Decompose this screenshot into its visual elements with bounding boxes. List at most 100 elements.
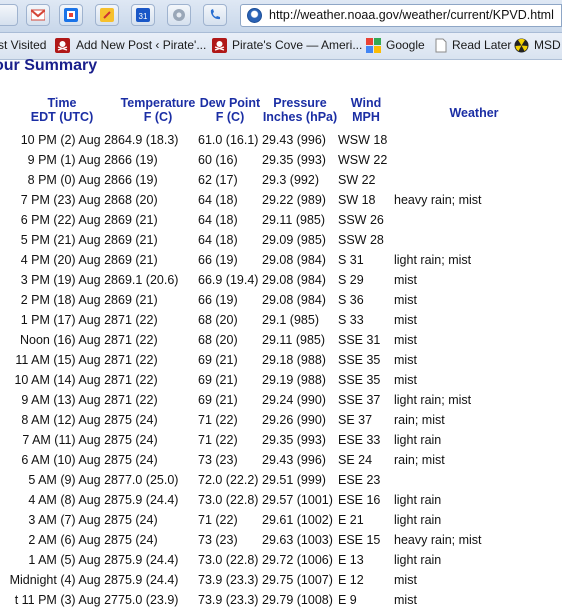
column-header-temperature: Temperature F (C) — [120, 96, 196, 124]
cell-pressure: 29.3 (992) — [262, 173, 319, 187]
cell-pressure: 29.57 (1001) — [262, 493, 333, 507]
column-header-wind: Wind MPH — [350, 96, 382, 124]
cell-temperature: 69.1 (20.6) — [118, 273, 179, 287]
cell-temperature: 69 (21) — [118, 213, 158, 227]
cell-pressure: 29.19 (988) — [262, 373, 326, 387]
cell-wind: WSW 18 — [338, 133, 388, 147]
google-icon — [366, 38, 381, 53]
google-docs-button[interactable] — [95, 4, 119, 26]
cell-dew-point: 71 (22) — [198, 413, 238, 427]
bookmark-read-later[interactable]: Read Later — [452, 38, 511, 52]
cell-wind: E 13 — [338, 553, 364, 567]
cell-pressure: 29.18 (988) — [262, 353, 326, 367]
table-row: 2 AM (6) Aug 28 75 (24) 73 (23) 29.63 (1003… — [6, 530, 554, 550]
bookmark-most-visited[interactable]: st Visited — [0, 38, 46, 52]
cell-time: 3 PM (19) Aug 28 — [20, 273, 118, 287]
settings-button[interactable] — [167, 4, 191, 26]
cell-time: 10 PM (2) Aug 28 — [20, 133, 118, 147]
cell-dew-point: 64 (18) — [198, 193, 238, 207]
cell-weather: mist — [394, 313, 417, 327]
cell-time: 2 AM (6) Aug 28 — [28, 533, 118, 547]
cell-dew-point: 64 (18) — [198, 213, 238, 227]
column-header-time: Time EDT (UTC) — [30, 96, 94, 124]
cell-pressure: 29.79 (1008) — [262, 593, 333, 607]
cell-weather: light rain — [394, 433, 442, 447]
table-row: 8 PM (0) Aug 28 66 (19) 62 (17) 29.3 (992) S… — [6, 170, 554, 190]
cell-pressure: 29.61 (1002) — [262, 513, 333, 527]
phone-button[interactable] — [203, 4, 227, 26]
cell-time: 6 PM (22) Aug 28 — [20, 213, 118, 227]
cell-wind: WSW 22 — [338, 153, 388, 167]
cell-weather: mist — [394, 573, 417, 587]
cell-dew-point: 66.9 (19.4) — [198, 273, 259, 287]
table-row: Noon (16) Aug 28 71 (22) 68 (20) 29.11 (985… — [6, 330, 554, 350]
cell-dew-point: 61.0 (16.1) — [198, 133, 259, 147]
docs-icon — [100, 8, 114, 22]
bookmark-add-new-post[interactable]: Add New Post ‹ Pirate'... — [76, 38, 206, 52]
cell-time: Noon (16) Aug 28 — [20, 333, 118, 347]
cell-time: 1 PM (17) Aug 28 — [20, 313, 118, 327]
address-bar[interactable]: http://weather.noaa.gov/weather/current/… — [240, 4, 562, 27]
cell-weather: mist — [394, 333, 417, 347]
cell-dew-point: 69 (21) — [198, 353, 238, 367]
cell-time: 10 AM (14) Aug 28 — [14, 373, 118, 387]
bookmark-google[interactable]: Google — [386, 38, 425, 52]
address-url[interactable]: http://weather.noaa.gov/weather/current/… — [269, 8, 554, 22]
table-row: 1 PM (17) Aug 28 71 (22) 68 (20) 29.1 (985)… — [6, 310, 554, 330]
cell-pressure: 29.08 (984) — [262, 253, 326, 267]
cell-pressure: 29.35 (993) — [262, 433, 326, 447]
page-title: our Summary — [0, 57, 98, 74]
cell-dew-point: 66 (19) — [198, 293, 238, 307]
cell-dew-point: 73 (23) — [198, 533, 238, 547]
bookmark-app-button[interactable] — [59, 4, 83, 26]
cell-weather: rain; mist — [394, 453, 445, 467]
cell-wind: ESE 33 — [338, 433, 381, 447]
cell-wind: SW 22 — [338, 173, 376, 187]
column-header-pressure: Pressure Inches (hPa) — [262, 96, 338, 124]
unknown-extension-button[interactable] — [0, 4, 18, 26]
cell-time: 3 AM (7) Aug 28 — [28, 513, 118, 527]
cell-wind: S 31 — [338, 253, 364, 267]
pirate-flag-icon — [212, 38, 227, 53]
gmail-button[interactable] — [26, 4, 50, 26]
svg-text:31: 31 — [139, 12, 148, 21]
cell-weather — [394, 130, 554, 150]
cell-wind: SSE 31 — [338, 333, 381, 347]
table-row: 8 AM (12) Aug 28 75 (24) 71 (22) 29.26 (990… — [6, 410, 554, 430]
bookmark-pirates-cove[interactable]: Pirate's Cove — Ameri... — [232, 38, 362, 52]
cell-pressure: 29.43 (996) — [262, 133, 326, 147]
cell-dew-point: 68 (20) — [198, 313, 238, 327]
table-row: 5 PM (21) Aug 28 69 (21) 64 (18) 29.09 (985… — [6, 230, 554, 250]
cell-pressure: 29.35 (993) — [262, 153, 326, 167]
bookmark-msd[interactable]: MSD — [534, 38, 561, 52]
browser-toolbar: 31 http://weather.noaa.gov/weather/curre… — [0, 0, 562, 33]
cell-temperature: 75.9 (24.4) — [118, 493, 179, 507]
cell-pressure: 29.72 (1006) — [262, 553, 333, 567]
cell-time: 5 PM (21) Aug 28 — [20, 233, 118, 247]
cell-time: 8 AM (12) Aug 28 — [21, 413, 118, 427]
cell-weather — [394, 210, 554, 230]
cell-temperature: 77.0 (25.0) — [118, 473, 179, 487]
table-row: Midnight (4) Aug 28 75.9 (24.4) 73.9 (23.3… — [6, 570, 554, 590]
cell-pressure: 29.08 (984) — [262, 273, 326, 287]
cell-weather: heavy rain; mist — [394, 193, 482, 207]
cell-temperature: 66 (19) — [118, 173, 158, 187]
cell-pressure: 29.22 (989) — [262, 193, 326, 207]
cell-temperature: 75.9 (24.4) — [118, 573, 179, 587]
cell-time: 2 PM (18) Aug 28 — [20, 293, 118, 307]
cell-temperature: 71 (22) — [118, 353, 158, 367]
cell-time: 4 AM (8) Aug 28 — [28, 493, 118, 507]
cell-temperature: 75 (24) — [118, 433, 158, 447]
cell-temperature: 75.0 (23.9) — [118, 593, 179, 607]
table-row: 2 PM (18) Aug 28 69 (21) 66 (19) 29.08 (984… — [6, 290, 554, 310]
cell-weather: mist — [394, 373, 417, 387]
cell-wind: ESE 23 — [338, 473, 381, 487]
cell-dew-point: 71 (22) — [198, 433, 238, 447]
cell-weather: light rain; mist — [394, 393, 472, 407]
cell-time: 7 PM (23) Aug 28 — [20, 193, 118, 207]
cell-weather: mist — [394, 593, 417, 607]
cell-wind: SSW 26 — [338, 213, 384, 227]
cell-dew-point: 68 (20) — [198, 333, 238, 347]
cell-temperature: 66 (19) — [118, 153, 158, 167]
calendar-button[interactable]: 31 — [131, 4, 155, 26]
